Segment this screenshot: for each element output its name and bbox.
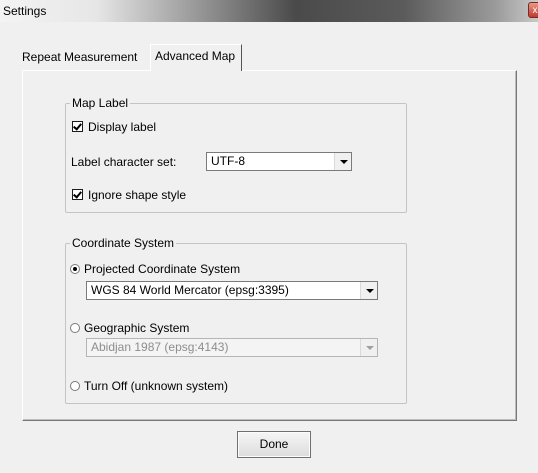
- tab-panel-advanced-map: Map Label Display label Label character …: [22, 70, 517, 421]
- map-label-group: Map Label Display label Label character …: [65, 96, 407, 213]
- projected-radio[interactable]: Projected Coordinate System: [70, 262, 240, 276]
- chevron-down-icon[interactable]: [334, 153, 351, 170]
- coordinate-system-legend: Coordinate System: [72, 236, 175, 250]
- radio-unselected-icon: [70, 380, 80, 391]
- turn-off-radio-text: Turn Off (unknown system): [84, 379, 229, 393]
- charset-select[interactable]: UTF-8: [206, 152, 352, 171]
- projected-radio-text: Projected Coordinate System: [84, 262, 241, 276]
- tab-advanced-map[interactable]: Advanced Map: [150, 44, 243, 71]
- ignore-shape-style-text: Ignore shape style: [88, 188, 187, 202]
- projected-select[interactable]: WGS 84 World Mercator (epsg:3395): [86, 281, 378, 300]
- close-icon: x: [532, 5, 538, 16]
- charset-select-value: UTF-8: [211, 154, 245, 168]
- geographic-radio-text: Geographic System: [84, 321, 190, 335]
- charset-label: Label character set:: [71, 155, 177, 169]
- checkbox-checked-icon: [72, 189, 83, 201]
- display-label-checkbox[interactable]: Display label: [72, 120, 156, 134]
- chevron-down-icon[interactable]: [360, 282, 377, 299]
- done-button[interactable]: Done: [237, 431, 311, 458]
- title-bar: Settings x: [0, 0, 538, 22]
- ignore-shape-style-checkbox[interactable]: Ignore shape style: [72, 188, 186, 202]
- close-button[interactable]: x: [528, 2, 538, 18]
- window-title: Settings: [3, 4, 47, 18]
- checkbox-checked-icon: [72, 121, 83, 133]
- radio-unselected-icon: [70, 322, 80, 333]
- radio-selected-icon: [70, 263, 80, 274]
- tab-repeat-measurement[interactable]: Repeat Measurement: [18, 46, 141, 70]
- geographic-radio[interactable]: Geographic System: [70, 321, 189, 335]
- chevron-down-icon: [360, 339, 377, 356]
- geographic-select: Abidjan 1987 (epsg:4143): [86, 338, 378, 357]
- map-label-legend: Map Label: [72, 96, 129, 110]
- display-label-text: Display label: [88, 120, 157, 134]
- geographic-select-value: Abidjan 1987 (epsg:4143): [91, 340, 229, 354]
- turn-off-radio[interactable]: Turn Off (unknown system): [70, 379, 228, 393]
- projected-select-value: WGS 84 World Mercator (epsg:3395): [91, 283, 289, 297]
- coordinate-system-group: Coordinate System Projected Coordinate S…: [65, 236, 407, 404]
